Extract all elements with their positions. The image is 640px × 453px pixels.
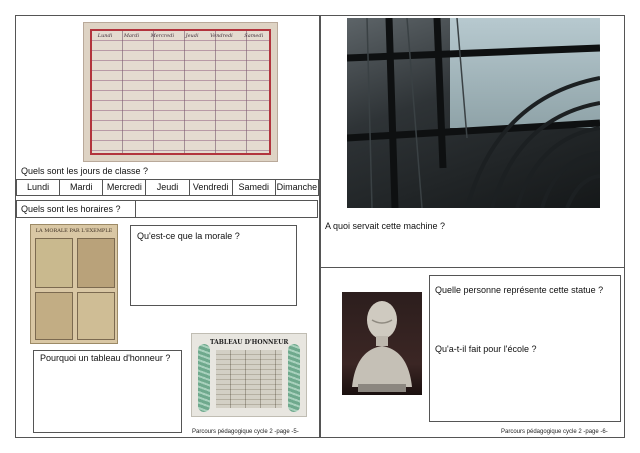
day-cell: Mercredi: [103, 180, 147, 195]
timetable-grid: Lundi Mardi Mercredi Jeudi Vendredi Same…: [90, 29, 271, 155]
question-school: Qu'a-t-il fait pour l'école ?: [435, 344, 537, 354]
morale-poster-title: LA MORALE PAR L'EXEMPLE: [35, 228, 113, 234]
poster-panel: [35, 238, 73, 288]
timetable-header: Lundi Mardi Mercredi Jeudi Vendredi Same…: [92, 31, 269, 41]
hours-divider: [135, 201, 136, 217]
days-table: Lundi Mardi Mercredi Jeudi Vendredi Same…: [16, 179, 319, 196]
day-cell: Lundi: [17, 180, 61, 195]
day-cell: Dimanche: [276, 182, 318, 192]
honneur-photo: TABLEAU D'HONNEUR: [191, 333, 307, 417]
timetable-day: Mercredi: [150, 33, 175, 39]
poster-panel: [77, 238, 115, 288]
question-machine: A quoi servait cette machine ?: [325, 221, 446, 231]
honneur-columns: [216, 350, 282, 408]
timetable-day: Jeudi: [185, 33, 199, 39]
poster-panel: [35, 292, 73, 340]
timetable-day: Samedi: [244, 33, 264, 39]
bust-figure: [352, 301, 412, 392]
day-cell: Samedi: [233, 180, 276, 195]
question-morale: Qu'est-ce que la morale ?: [137, 231, 240, 241]
machine-photo: [347, 18, 600, 208]
statue-photo: [342, 292, 422, 395]
timetable-photo: Lundi Mardi Mercredi Jeudi Vendredi Same…: [83, 22, 278, 162]
morale-poster: LA MORALE PAR L'EXEMPLE: [30, 224, 118, 344]
honneur-title: TABLEAU D'HONNEUR: [210, 339, 289, 346]
footer-right: Parcours pédagogique cycle 2 -page -6-: [501, 429, 608, 435]
day-cell: Vendredi: [190, 180, 233, 195]
question-honneur: Pourquoi un tableau d'honneur ?: [40, 353, 171, 363]
laurel-right: [288, 344, 300, 412]
right-page-divider: [320, 267, 625, 268]
day-cell: Jeudi: [146, 180, 190, 195]
question-days: Quels sont les jours de classe ?: [21, 166, 149, 176]
timetable-day: Lundi: [97, 33, 113, 39]
laurel-left: [198, 344, 210, 412]
footer-left: Parcours pédagogique cycle 2 -page -5-: [192, 429, 299, 435]
machine-structure: [347, 18, 600, 208]
day-cell: Mardi: [60, 180, 104, 195]
timetable-day: Vendredi: [210, 33, 233, 39]
poster-panel: [77, 292, 115, 340]
timetable-day: Mardi: [123, 33, 140, 39]
question-hours: Quels sont les horaires ?: [21, 204, 121, 214]
question-statue: Quelle personne représente cette statue …: [435, 285, 604, 295]
